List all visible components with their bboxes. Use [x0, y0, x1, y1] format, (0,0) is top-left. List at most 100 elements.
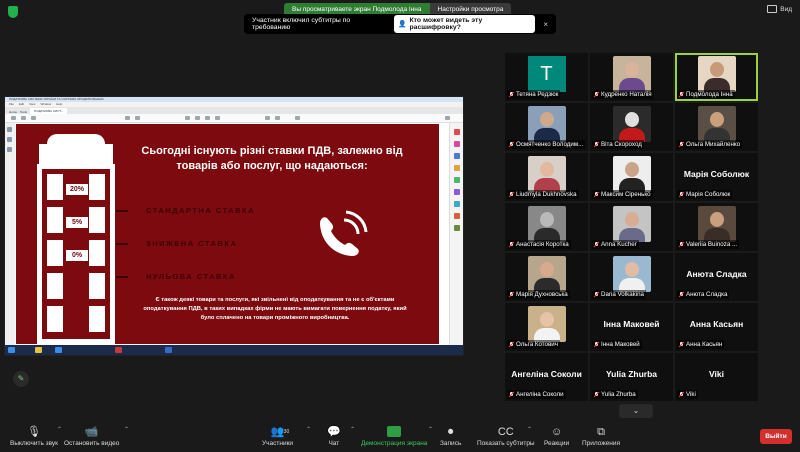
participant-tile[interactable]: Анюта Сладка Анюта Сладка — [675, 253, 758, 301]
browser-taskbar-icon[interactable] — [55, 347, 62, 353]
reactions-button[interactable]: ☺ Реакции — [544, 424, 569, 447]
participant-gallery: T Тетяна Редзюк Кудренко Наталія Подмолода … — [505, 53, 758, 401]
chat-button[interactable]: 💬 Чат — [327, 424, 341, 447]
transcript-visibility-button[interactable]: 👤 Кто может видеть эту расшифровку? — [394, 15, 536, 33]
pages-icon[interactable] — [7, 137, 12, 142]
participant-name-label: Valeriia Buinoza ... — [677, 240, 740, 249]
chevron-down-icon[interactable]: ⌄ — [619, 404, 653, 418]
export-pdf-icon[interactable] — [454, 129, 460, 135]
participant-name-label: Viki — [677, 390, 698, 399]
captions-button[interactable]: CC Показать субтитры — [477, 424, 535, 447]
person-icon: 👤 — [398, 21, 407, 28]
bookmark-icon[interactable] — [7, 127, 12, 132]
menu-view[interactable]: View — [29, 102, 35, 107]
participant-tile[interactable]: Anna Kucher — [590, 203, 673, 251]
print-icon[interactable] — [21, 116, 26, 120]
comment-tool-icon[interactable] — [454, 165, 460, 171]
comment-icon[interactable] — [265, 116, 270, 120]
captions-options-chevron-icon[interactable]: ⌃ — [527, 426, 532, 433]
participant-tile[interactable]: Віта Скороход — [590, 103, 673, 151]
participant-tile[interactable]: Yulia Zhurba Yulia Zhurba — [590, 353, 673, 401]
participant-tile[interactable]: Анастасія Коротка — [505, 203, 588, 251]
share-screen-icon — [387, 424, 402, 440]
participant-tile[interactable]: T Тетяна Редзюк — [505, 53, 588, 101]
cursor-icon[interactable] — [185, 116, 190, 120]
participant-name: Viki — [686, 391, 696, 398]
security-shield-icon[interactable] — [8, 6, 18, 18]
mute-button[interactable]: 🎙 Выключить звук — [10, 424, 58, 447]
menu-file[interactable]: File — [9, 102, 14, 107]
stop-video-button[interactable]: 📹 Остановить видео — [64, 424, 119, 447]
participants-options-chevron-icon[interactable]: ⌃ — [306, 426, 311, 433]
view-button[interactable]: Вид — [767, 5, 792, 13]
participant-name-label: Тетяна Редзюк — [507, 90, 561, 99]
create-pdf-icon[interactable] — [454, 153, 460, 159]
participants-button[interactable]: 👥 30 Участники — [262, 424, 293, 447]
menu-window[interactable]: Window — [40, 102, 51, 107]
participant-display-name: Анюта Сладка — [686, 269, 747, 279]
mic-muted-icon — [594, 241, 599, 248]
audio-options-chevron-icon[interactable]: ⌃ — [57, 426, 62, 433]
zoom-out-icon[interactable] — [205, 116, 210, 120]
page-up-icon[interactable] — [125, 116, 130, 120]
participant-tile[interactable]: Liudmyla Dukhnovska — [505, 153, 588, 201]
menu-edit[interactable]: Edit — [19, 102, 24, 107]
zoom-taskbar-icon[interactable] — [165, 347, 172, 353]
mic-muted-icon — [509, 291, 514, 298]
zoom-in-icon[interactable] — [215, 116, 220, 120]
participant-tile[interactable]: Valeriia Buinoza ... — [675, 203, 758, 251]
participant-tile[interactable]: Ольга Михайленко — [675, 103, 758, 151]
participant-tile[interactable]: Анна Касьян Анна Касьян — [675, 303, 758, 351]
start-icon[interactable] — [8, 347, 15, 353]
annotate-pen-icon[interactable]: ✎ — [13, 371, 29, 387]
leave-button[interactable]: Выйти — [760, 429, 792, 444]
mic-muted-icon — [594, 391, 599, 398]
participant-tile[interactable]: Максим Сіренько — [590, 153, 673, 201]
close-icon[interactable]: × — [543, 20, 548, 29]
mic-muted-icon — [679, 341, 684, 348]
acrobat-taskbar-icon[interactable] — [115, 347, 122, 353]
participant-tile[interactable]: Ангеліна Соколи Ангеліна Соколи — [505, 353, 588, 401]
participant-video — [527, 306, 566, 342]
share-options-chevron-icon[interactable]: ⌃ — [428, 426, 433, 433]
participant-tile[interactable]: Марія Духновська — [505, 253, 588, 301]
share-screen-button[interactable]: Демонстрация экрана — [361, 424, 427, 447]
protect-icon[interactable] — [454, 213, 460, 219]
participant-name: Анюта Сладка — [686, 291, 728, 298]
presentation-slide: 20% 5% 0% Сьогодні існують різні ставки … — [16, 124, 439, 344]
apps-button[interactable]: ⧉ Приложения — [582, 424, 620, 447]
more-tools-icon[interactable] — [454, 225, 460, 231]
organize-icon[interactable] — [454, 189, 460, 195]
save-icon[interactable] — [11, 116, 16, 120]
participant-tile[interactable]: Viki Viki — [675, 353, 758, 401]
highlight-icon[interactable] — [275, 116, 280, 120]
sign-icon[interactable] — [295, 116, 300, 120]
attachment-icon[interactable] — [7, 147, 12, 152]
hand-icon[interactable] — [195, 116, 200, 120]
participant-tile[interactable]: Daria Volkakina — [590, 253, 673, 301]
combine-icon[interactable] — [454, 177, 460, 183]
chat-options-chevron-icon[interactable]: ⌃ — [350, 426, 355, 433]
participant-name: Valeriia Buinoza ... — [686, 241, 738, 248]
record-button[interactable]: ⏺ Запись — [440, 424, 461, 447]
windows-taskbar — [5, 345, 463, 355]
rate-row-zero: НУЛЬОВА СТАВКА — [116, 272, 236, 281]
shared-screen[interactable]: ПОДАТКОВА СИСТЕМА УКРАЇНИ ТА СИСТЕМА ОПО… — [4, 96, 464, 356]
participant-tile[interactable]: Подмолода Інна — [675, 53, 758, 101]
explorer-taskbar-icon[interactable] — [35, 347, 42, 353]
participant-tile[interactable]: Ольга Котович — [505, 303, 588, 351]
mic-muted-icon — [509, 241, 514, 248]
fill-sign-icon[interactable] — [454, 201, 460, 207]
participant-name: Тетяна Редзюк — [516, 91, 559, 98]
participant-tile[interactable]: Інна Маковей Інна Маковей — [590, 303, 673, 351]
participant-tile[interactable]: Марія Соболюк Марія Соболюк — [675, 153, 758, 201]
video-options-chevron-icon[interactable]: ⌃ — [124, 426, 129, 433]
page-down-icon[interactable] — [135, 116, 140, 120]
share-icon[interactable] — [445, 116, 450, 120]
menu-help[interactable]: Help — [56, 102, 62, 107]
participant-tile[interactable]: Осмятченко Володим... — [505, 103, 588, 151]
participant-tile[interactable]: Кудренко Наталія — [590, 53, 673, 101]
search-icon[interactable] — [31, 116, 36, 120]
participant-display-name: Yulia Zhurba — [605, 369, 657, 379]
edit-pdf-icon[interactable] — [454, 141, 460, 147]
